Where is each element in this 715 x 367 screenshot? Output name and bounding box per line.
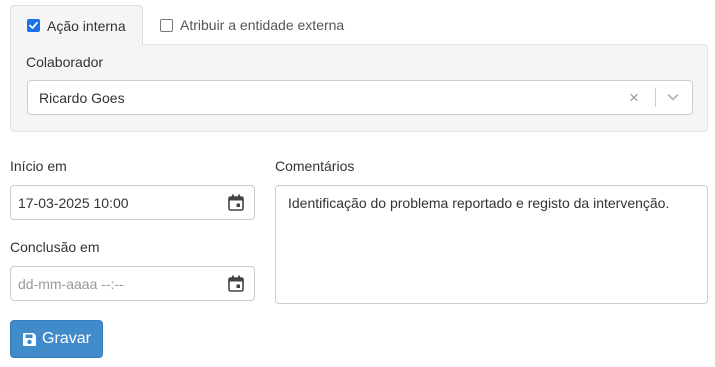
save-button[interactable]: Gravar bbox=[10, 320, 103, 358]
collaborator-select[interactable]: Ricardo Goes × bbox=[27, 80, 693, 115]
start-date-label: Início em bbox=[10, 158, 67, 174]
tab-external-entity-label: Atribuir a entidade externa bbox=[180, 17, 345, 33]
end-date-placeholder: dd-mm-aaaa --:-- bbox=[18, 276, 124, 292]
calendar-icon[interactable] bbox=[228, 194, 244, 211]
internal-action-checkbox[interactable] bbox=[27, 19, 40, 32]
start-date-value: 17-03-2025 10:00 bbox=[18, 195, 129, 211]
tab-external-entity[interactable]: Atribuir a entidade externa bbox=[160, 5, 344, 45]
calendar-icon[interactable] bbox=[228, 275, 244, 292]
external-entity-checkbox[interactable] bbox=[160, 18, 173, 32]
floppy-disk-icon bbox=[23, 332, 37, 346]
tab-internal-action[interactable]: Ação interna bbox=[10, 5, 143, 45]
end-date-input[interactable]: dd-mm-aaaa --:-- bbox=[10, 266, 255, 301]
tab-internal-action-label: Ação interna bbox=[47, 17, 126, 34]
comments-label: Comentários bbox=[275, 158, 355, 174]
start-date-input[interactable]: 17-03-2025 10:00 bbox=[10, 185, 255, 220]
tab-panel: Colaborador Ricardo Goes × bbox=[10, 44, 708, 132]
select-separator bbox=[655, 88, 656, 107]
clear-icon[interactable]: × bbox=[629, 89, 639, 106]
collaborator-label: Colaborador bbox=[26, 54, 104, 70]
save-button-label: Gravar bbox=[42, 330, 91, 347]
comments-textarea[interactable]: Identificação do problema reportado e re… bbox=[275, 185, 708, 304]
collaborator-select-value: Ricardo Goes bbox=[39, 90, 125, 106]
end-date-label: Conclusão em bbox=[10, 239, 100, 255]
chevron-down-icon[interactable] bbox=[667, 93, 679, 101]
checkmark-icon bbox=[29, 21, 38, 29]
comments-value: Identificação do problema reportado e re… bbox=[288, 195, 670, 211]
